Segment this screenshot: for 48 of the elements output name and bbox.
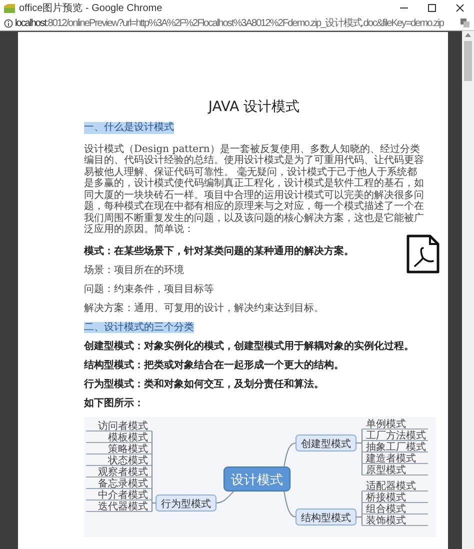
window-title: office图片预览 - Google Chrome [19,2,164,15]
file-icon[interactable] [406,234,440,274]
connector-line [216,490,234,504]
section-heading: 二、设计模式的三个分类 [84,322,194,333]
mind-map-node: 设计模式 [224,466,290,492]
document-title: JAVA 设计模式 [208,99,300,115]
leaf-item: 中介者模式 [86,490,152,501]
mind-map-node: 创建型模式 [296,434,356,452]
leaf-item: 迭代器模式 [86,502,152,512]
leaf-item: 桥接模式 [362,492,428,504]
leaf-item: 适配器模式 [362,481,428,492]
app-icon [4,4,15,12]
scrollbar[interactable] [462,31,474,549]
bold-statement: 结构型模式：把类或对象结合在一起形成一个更大的结构。 [84,360,345,371]
leaf-item: 原型模式 [362,465,428,476]
bracket-line [356,428,362,476]
leaf-item: 装饰模式 [362,516,428,526]
maximize-icon [427,3,437,13]
mind-map-node: 行为型模式 [156,494,216,512]
bold-statement: 如下图所示： [84,398,145,409]
leaf-item: 备忘录模式 [86,478,152,490]
text-line: 场景：项目所在的环境 [84,264,185,276]
leaf-item: 组合模式 [362,504,428,515]
bold-statement: 行为型模式：类和对象如何交互，及划分责任和算法。 [84,378,325,390]
leaf-item: 状态模式 [86,456,152,466]
connector-line [284,442,296,468]
info-icon[interactable] [4,18,13,28]
text-line: 解决方案：通用、可复用的设计，解决约束达到目标。 [84,302,325,314]
leaf-item: 策略模式 [86,444,152,455]
text-line: 问题：约束条件，项目目标等 [84,284,215,295]
mind-map-node: 结构型模式 [296,508,356,526]
bold-statement: 模式：在某些场景下，针对某类问题的某种通用的解决方案。 [84,246,355,257]
leaf-item: 单例模式 [362,419,428,430]
connector-line [284,490,296,518]
leaf-item: 访问者模式 [86,421,152,432]
leaf-item: 工厂方法模式 [362,430,428,442]
leaf-item: 抽象工厂模式 [362,442,428,453]
leaf-item: 观察者模式 [86,467,152,478]
bold-statement: 创建型模式：对象实例化的模式，创建型模式用于解耦对象的实例化过程。 [84,340,415,352]
section-heading: 一、什么是设计模式 [84,122,174,134]
close-icon [455,3,465,13]
leaf-item: 模板模式 [86,432,152,444]
scrollbar-thumb[interactable] [464,41,472,81]
arrow-up-icon[interactable] [464,31,472,39]
bracket-line [356,490,362,526]
paragraph: 设计模式（Design pattern）是一套被反复使用、多数人知晓的、经过分类编目的、代码设计经验的总结。使用设计模式是为了可重用代码、让代码更容易被他人理解、保证代码可靠性。 毫无疑问，设计模式于己于他人于系统都是多赢的，设计模式使代码编制真正工程化，设计模式是软件工程的基石，如同大厦的一块块砖石一样。项目中合理的运用设计模式可以完美的解决很多问题，每种模式在现在中都有相应的原理来与之对应，每一个模式描述了一个在我们周围不断重复发生的问题，以及该问题的核心解决方案，这也是它能被广泛应用的原因。简单说： [84,144,424,236]
translate-icon[interactable] [460,18,470,28]
leaf-item: 建造者模式 [362,454,428,464]
